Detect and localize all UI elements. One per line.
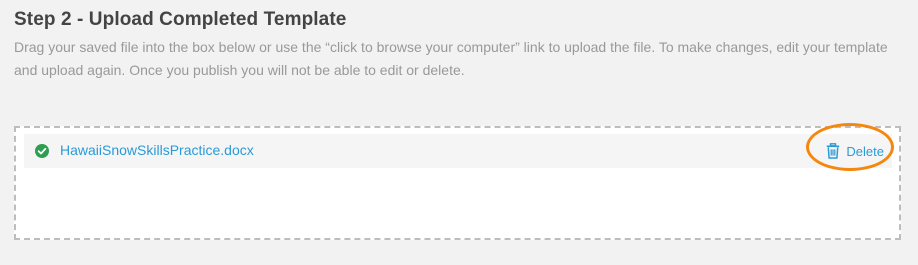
uploaded-file-row: HawaiiSnowSkillsPractice.docx Delete — [24, 134, 892, 168]
step-description: Drag your saved file into the box below … — [14, 39, 888, 78]
check-circle-icon — [35, 144, 49, 158]
trash-icon — [827, 143, 840, 159]
upload-dropzone[interactable]: HawaiiSnowSkillsPractice.docx Delete — [14, 126, 901, 240]
delete-label: Delete — [846, 143, 884, 159]
delete-button[interactable]: Delete — [826, 139, 884, 163]
uploaded-file-link[interactable]: HawaiiSnowSkillsPractice.docx — [60, 142, 254, 158]
step-title: Step 2 - Upload Completed Template — [14, 9, 347, 30]
